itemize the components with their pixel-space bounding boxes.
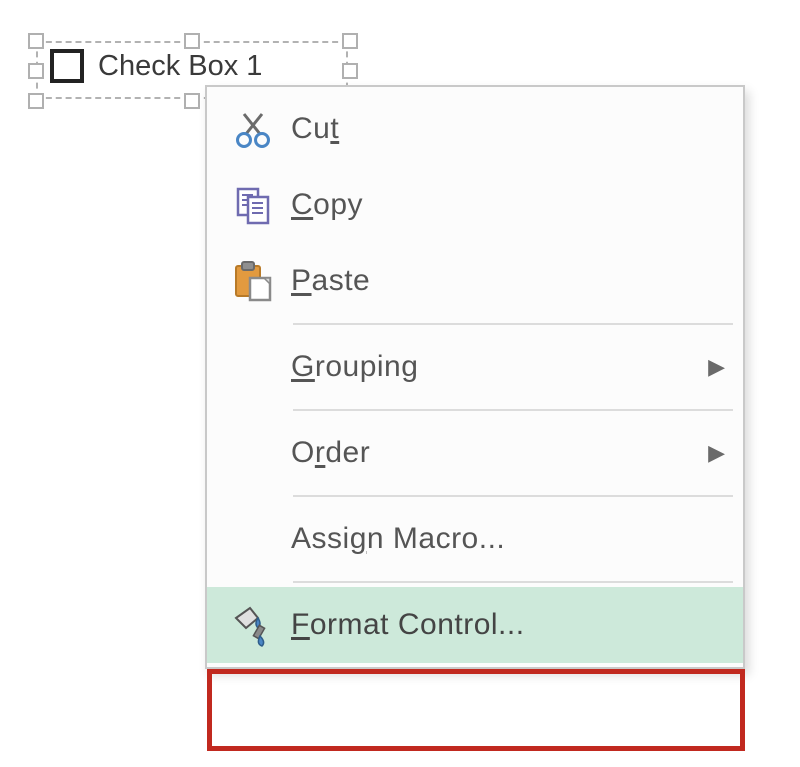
cut-icon: [215, 108, 291, 150]
menu-separator: [293, 409, 733, 411]
resize-handle-top-middle[interactable]: [184, 33, 200, 49]
resize-handle-middle-right[interactable]: [342, 63, 358, 79]
resize-handle-top-left[interactable]: [28, 33, 44, 49]
paste-icon: [215, 258, 291, 304]
menu-separator: [293, 323, 733, 325]
submenu-arrow-icon: ▶: [685, 354, 725, 380]
resize-handle-top-right[interactable]: [342, 33, 358, 49]
menu-label-cut: Cut: [291, 112, 685, 146]
menu-item-copy[interactable]: Copy: [207, 167, 743, 243]
resize-handle-bottom-middle[interactable]: [184, 93, 200, 109]
format-control-icon: [215, 602, 291, 648]
checkbox-label: Check Box 1: [98, 50, 262, 83]
menu-item-order[interactable]: Order ▶: [207, 415, 743, 491]
annotation-highlight: [207, 669, 745, 751]
resize-handle-middle-left[interactable]: [28, 63, 44, 79]
menu-label-grouping: Grouping: [291, 350, 685, 384]
menu-label-order: Order: [291, 436, 685, 470]
menu-item-grouping[interactable]: Grouping ▶: [207, 329, 743, 405]
menu-label-format-control: Format Control...: [291, 608, 685, 642]
context-menu: Cut Copy: [205, 85, 745, 669]
checkbox-inner: Check Box 1: [50, 49, 262, 83]
menu-label-paste: Paste: [291, 264, 685, 298]
menu-label-assign-macro: Assign Macro...: [291, 522, 685, 556]
menu-item-paste[interactable]: Paste: [207, 243, 743, 319]
menu-item-format-control[interactable]: Format Control...: [207, 587, 743, 663]
menu-label-copy: Copy: [291, 188, 685, 222]
menu-separator: [293, 581, 733, 583]
menu-item-cut[interactable]: Cut: [207, 91, 743, 167]
copy-icon: [215, 183, 291, 227]
canvas: Check Box 1 Cut: [0, 0, 800, 767]
resize-handle-bottom-left[interactable]: [28, 93, 44, 109]
menu-separator: [293, 495, 733, 497]
checkbox-box[interactable]: [50, 49, 84, 83]
menu-item-assign-macro[interactable]: Assign Macro...: [207, 501, 743, 577]
submenu-arrow-icon: ▶: [685, 440, 725, 466]
